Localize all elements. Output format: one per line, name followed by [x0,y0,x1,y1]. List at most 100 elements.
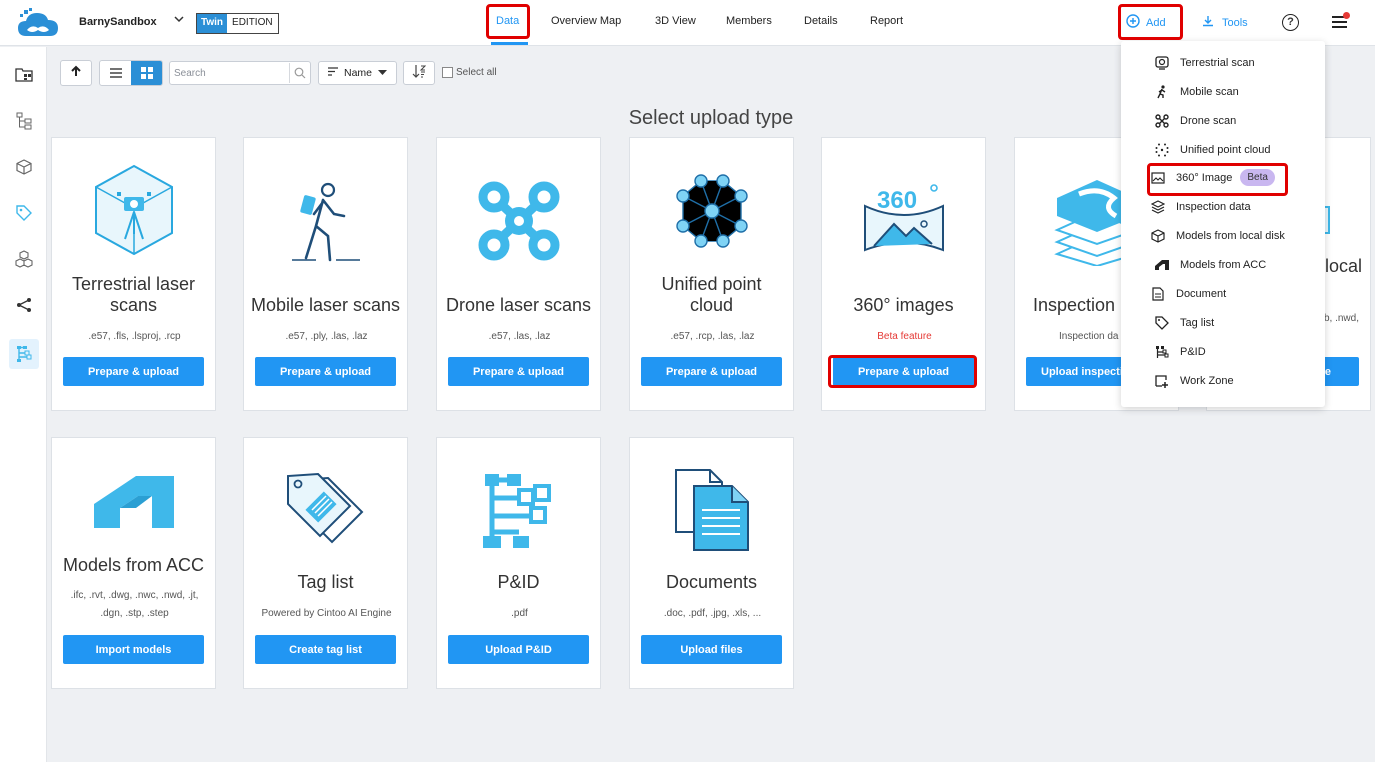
menu-item-document[interactable]: Document [1152,287,1227,301]
card-desc-line2: .dgn, .stp, .step [100,608,169,619]
card-tag-list: Tag list Powered by Cintoo AI Engine Cre… [243,437,408,689]
project-chevron-down-icon[interactable] [174,14,184,27]
beta-feature-text: Beta feature [877,331,932,342]
card-title: Unified point [661,274,762,294]
menu-item-pid[interactable]: P&ID [1156,346,1206,358]
card-title: Terrestrial laser [71,274,196,294]
menu-item-models-from-acc[interactable]: Models from ACC [1155,259,1267,271]
tab-report[interactable]: Report [870,15,903,27]
card-desc: .ifc, .rvt, .dwg, .nwc, .nwd, .jt, [70,590,199,601]
hierarchy-icon[interactable] [12,109,36,133]
grid-view-icon[interactable] [131,61,162,85]
menu-item-label: Inspection data [1176,201,1251,213]
tools-label: Tools [1222,16,1248,29]
edition-twin: Twin [197,14,228,33]
card-documents: Documents .doc, .pdf, .jpg, .xls, ... Up… [629,437,794,689]
menu-item-label: Models from local disk [1176,230,1285,242]
tab-overview-map[interactable]: Overview Map [551,15,621,27]
prepare-upload-button-360[interactable]: Prepare & upload [833,357,974,386]
card-title: Documents [665,572,758,592]
menu-item-inspection-data[interactable]: Inspection data [1151,200,1251,214]
tab-3d-view[interactable]: 3D View [655,15,696,27]
menu-item-terrestrial-scan[interactable]: Terrestrial scan [1155,56,1255,70]
menu-item-mobile-scan[interactable]: Mobile scan [1157,85,1239,99]
sort-direction-button[interactable] [403,61,435,85]
menu-item-label: Drone scan [1180,115,1237,127]
cube-icon[interactable] [12,155,36,179]
menu-item-label: Unified point cloud [1180,144,1271,156]
download-icon [1202,15,1214,30]
menu-item-work-zone[interactable]: Work Zone [1155,375,1234,388]
app-logo-icon[interactable] [16,8,62,43]
page-title: Select upload type [628,107,794,129]
point-cloud-icon [630,172,793,250]
upload-pid-button[interactable]: Upload P&ID [448,635,589,664]
documents-icon [630,466,793,552]
card-desc: .e57, .las, .laz [488,331,551,342]
card-title: 360° images [853,295,954,315]
menu-item-tag-list[interactable]: Tag list [1155,316,1214,330]
upload-files-button[interactable]: Upload files [641,635,782,664]
tab-members[interactable]: Members [726,15,772,27]
select-all[interactable]: Select all [442,67,497,78]
menu-item-label: Terrestrial scan [1180,57,1255,69]
add-button[interactable]: Add [1126,14,1166,31]
menu-item-models-local-disk[interactable]: Models from local disk [1151,229,1285,243]
menu-item-label: Models from ACC [1180,259,1267,271]
walker-icon [1154,84,1170,100]
drone-icon [437,180,600,262]
plus-circle-icon [1126,14,1140,31]
card-desc: Powered by Cintoo AI Engine [261,608,392,619]
drone-icon [1154,113,1170,129]
tab-details[interactable]: Details [804,15,838,27]
sort-direction-icon [412,64,427,83]
tag-icon [1154,315,1170,331]
arrow-up-icon [70,64,82,82]
search-input[interactable] [170,62,288,84]
share-icon[interactable] [12,293,36,317]
left-sidebar [0,47,47,762]
prepare-upload-button[interactable]: Prepare & upload [63,357,204,386]
sort-select[interactable]: Name [318,61,397,85]
project-name[interactable]: BarnySandbox [79,16,157,28]
edition-badge: Twin EDITION [196,13,279,34]
folder-grid-icon[interactable] [12,63,36,87]
menu-item-label: Work Zone [1180,375,1234,387]
select-all-checkbox[interactable] [442,67,453,78]
menu-item-360-image[interactable]: 360° Image Beta [1151,169,1275,186]
active-tab-underline [491,42,528,45]
prepare-upload-button[interactable]: Prepare & upload [255,357,396,386]
card-desc: .doc, .pdf, .jpg, .xls, ... [663,608,762,619]
card-desc: .e57, .fls, .lsproj, .rcp [88,331,181,342]
card-mobile-laser-scans: Mobile laser scans .e57, .ply, .las, .la… [243,137,408,411]
prepare-upload-button[interactable]: Prepare & upload [448,357,589,386]
import-models-button[interactable]: Import models [63,635,204,664]
edition-label: EDITION [232,17,273,28]
tab-data[interactable]: Data [496,15,519,27]
menu-item-unified-point-cloud[interactable]: Unified point cloud [1155,143,1271,157]
tools-button[interactable]: Tools [1202,15,1248,30]
tag-icon[interactable] [12,201,36,225]
menu-item-label: P&ID [1180,346,1206,358]
tag-list-icon [244,470,407,550]
panorama-icon [1150,170,1166,186]
card-title: Models from ACC [62,555,205,575]
card-desc: b, .nwd, [1323,313,1359,324]
svg-text:360: 360 [877,187,917,214]
document-icon [1150,286,1166,302]
pid-icon[interactable] [9,339,39,369]
terrestrial-scanner-icon [52,164,215,256]
menu-item-drone-scan[interactable]: Drone scan [1155,114,1237,128]
pid-icon [1154,344,1170,360]
create-tag-list-button[interactable]: Create tag list [255,635,396,664]
scanner-icon [1154,55,1170,71]
help-icon[interactable]: ? [1282,14,1299,31]
cubes-icon[interactable] [12,247,36,271]
chevron-down-icon [378,67,388,79]
card-desc: .e57, .ply, .las, .laz [285,331,368,342]
search-icon[interactable] [289,63,309,83]
prepare-upload-button[interactable]: Prepare & upload [641,357,782,386]
list-view-icon[interactable] [100,61,131,85]
go-up-button[interactable] [60,60,92,86]
menu-item-label: Document [1176,288,1227,300]
